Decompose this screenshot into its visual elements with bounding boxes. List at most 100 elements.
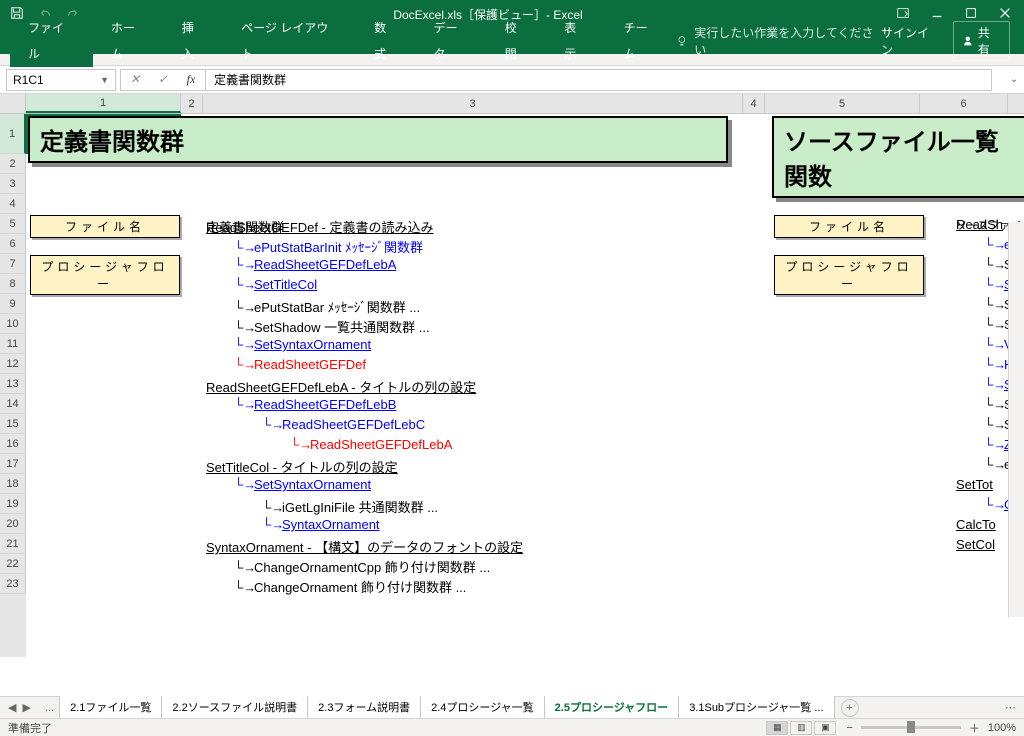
row-header-17[interactable]: 17 (0, 454, 26, 474)
person-icon (962, 35, 974, 47)
maximize-icon[interactable] (964, 6, 978, 23)
zoom-slider[interactable] (861, 726, 961, 729)
tab-formulas[interactable]: 数式 (356, 15, 415, 67)
sheet-tab[interactable]: 2.1ファイル一覧 (59, 696, 162, 720)
row-header-12[interactable]: 12 (0, 354, 26, 374)
sheet-overflow-left[interactable]: ... (39, 702, 60, 714)
row-header-15[interactable]: 15 (0, 414, 26, 434)
row-header-6[interactable]: 6 (0, 234, 26, 254)
formula-expand-icon[interactable]: ⌄ (1010, 74, 1024, 85)
row-header-19[interactable]: 19 (0, 494, 26, 514)
tree-item: SetCol (956, 537, 1008, 553)
view-normal-icon[interactable]: ▦ (766, 721, 788, 735)
row-headers: 1234567891011121314151617181920212223 (0, 114, 26, 657)
tell-me[interactable]: 実行したい作業を入力してください (676, 24, 881, 58)
row-header-18[interactable]: 18 (0, 474, 26, 494)
row-header-4[interactable]: 4 (0, 194, 26, 214)
col-header-4[interactable]: 4 (743, 94, 765, 113)
ribbon-display-icon[interactable] (896, 6, 910, 23)
zoom-in-button[interactable]: ＋ (969, 720, 980, 736)
row-header-9[interactable]: 9 (0, 294, 26, 314)
vertical-scrollbar[interactable] (1008, 222, 1024, 617)
tree-item: └→SyntaxOrnament (262, 517, 380, 533)
signin-link[interactable]: サインイン (881, 24, 939, 58)
tab-data[interactable]: データ (416, 15, 487, 67)
tree-item: └→SetShadow 一覧共通関数群 ... (234, 317, 430, 336)
row-header-11[interactable]: 11 (0, 334, 26, 354)
zoom-level[interactable]: 100% (988, 722, 1016, 734)
label-filename-left: ファイル名 (30, 215, 180, 238)
sheet-tab[interactable]: 2.5プロシージャフロー (544, 696, 680, 720)
fx-icon[interactable]: fx (177, 72, 205, 87)
tree-item: CalcTo (956, 517, 1008, 533)
tab-review[interactable]: 校閲 (487, 15, 546, 67)
tree-item: └→SetTitleCol (234, 277, 317, 293)
row-header-8[interactable]: 8 (0, 274, 26, 294)
row-header-2[interactable]: 2 (0, 154, 26, 174)
tree-item: └→ReadSheetGEFDefLebC (262, 417, 425, 433)
sheet-menu-icon[interactable]: ⋯ (1005, 701, 1024, 714)
add-sheet-button[interactable]: + (841, 699, 859, 717)
col-header-6[interactable]: 6 (920, 94, 1008, 113)
section-title-right: ソースファイル一覧関数 (772, 116, 1024, 198)
col-header-1[interactable]: 1 (26, 94, 181, 113)
row-header-22[interactable]: 22 (0, 554, 26, 574)
row-header-1[interactable]: 1 (0, 114, 26, 154)
status-ready: 準備完了 (8, 720, 52, 736)
view-pagelayout-icon[interactable]: ▥ (790, 721, 812, 735)
row-header-23[interactable]: 23 (0, 574, 26, 594)
row-header-16[interactable]: 16 (0, 434, 26, 454)
tab-home[interactable]: ホーム (93, 15, 164, 67)
row-header-21[interactable]: 21 (0, 534, 26, 554)
formula-bar: R1C1 ▼ ✕ ✓ fx 定義書関数群 ⌄ (0, 66, 1024, 94)
tree-item: ReadSh (956, 217, 1008, 233)
zoom-out-button[interactable]: − (846, 722, 852, 734)
worksheet-grid[interactable]: 1234567891011121314151617181920212223 定義… (0, 114, 1024, 657)
share-button[interactable]: 共有 (953, 21, 1010, 61)
enter-icon[interactable]: ✓ (149, 72, 177, 87)
col-header-5[interactable]: 5 (765, 94, 920, 113)
col-header-2[interactable]: 2 (181, 94, 203, 113)
name-box-value: R1C1 (13, 73, 44, 87)
col-header-3[interactable]: 3 (203, 94, 743, 113)
lightbulb-icon (676, 35, 688, 47)
sheet-tab[interactable]: 2.2ソースファイル説明書 (161, 696, 308, 720)
tree-item: └→ChangeOrnamentCpp 飾り付け関数群 ... (234, 557, 490, 576)
close-icon[interactable] (998, 6, 1012, 23)
name-box[interactable]: R1C1 ▼ (6, 69, 116, 91)
minimize-icon[interactable] (930, 6, 944, 23)
row-header-20[interactable]: 20 (0, 514, 26, 534)
tree-item: └→SetSyntaxOrnament (234, 337, 371, 353)
row-header-3[interactable]: 3 (0, 174, 26, 194)
label-procflow-right: プロシージャフロー (774, 255, 924, 295)
select-all-cell[interactable] (0, 94, 26, 113)
tab-pagelayout[interactable]: ページ レイアウト (223, 15, 356, 67)
tree-item: └→ReadSheetGEFDef (234, 357, 366, 373)
tab-file[interactable]: ファイル (10, 15, 93, 67)
row-header-10[interactable]: 10 (0, 314, 26, 334)
statusbar: 準備完了 ▦ ▥ ▣ − ＋ 100% (0, 718, 1024, 736)
tab-view[interactable]: 表示 (546, 15, 605, 67)
undo-icon[interactable] (38, 6, 52, 23)
sheet-nav-next[interactable]: ▶ (22, 701, 30, 714)
cancel-icon[interactable]: ✕ (121, 72, 149, 87)
formula-input[interactable]: 定義書関数群 (206, 69, 992, 91)
sheet-tab[interactable]: 2.3フォーム説明書 (307, 696, 421, 720)
row-header-5[interactable]: 5 (0, 214, 26, 234)
tree-item: └→ePutStatBarInit ﾒｯｾｰｼﾞ関数群 (234, 237, 423, 256)
sheet-nav-prev[interactable]: ◀ (8, 701, 16, 714)
column-headers: 1 2 3 4 5 6 (0, 94, 1024, 114)
row-header-14[interactable]: 14 (0, 394, 26, 414)
chevron-down-icon[interactable]: ▼ (100, 75, 109, 85)
row-header-13[interactable]: 13 (0, 374, 26, 394)
tree-item: SyntaxOrnament - 【構文】のデータのフォントの設定 (206, 537, 523, 556)
sheet-tab[interactable]: 2.4プロシージャ一覧 (420, 696, 545, 720)
redo-icon[interactable] (66, 6, 80, 23)
tab-insert[interactable]: 挿入 (164, 15, 223, 67)
tree-item: └→ePutStatBar ﾒｯｾｰｼﾞ関数群 ... (234, 297, 420, 316)
view-pagebreak-icon[interactable]: ▣ (814, 721, 836, 735)
row-header-7[interactable]: 7 (0, 254, 26, 274)
tab-team[interactable]: チーム (606, 15, 677, 67)
formula-value: 定義書関数群 (214, 71, 286, 88)
sheet-tab[interactable]: 3.1Subプロシージャ一覧 ... (678, 696, 834, 720)
